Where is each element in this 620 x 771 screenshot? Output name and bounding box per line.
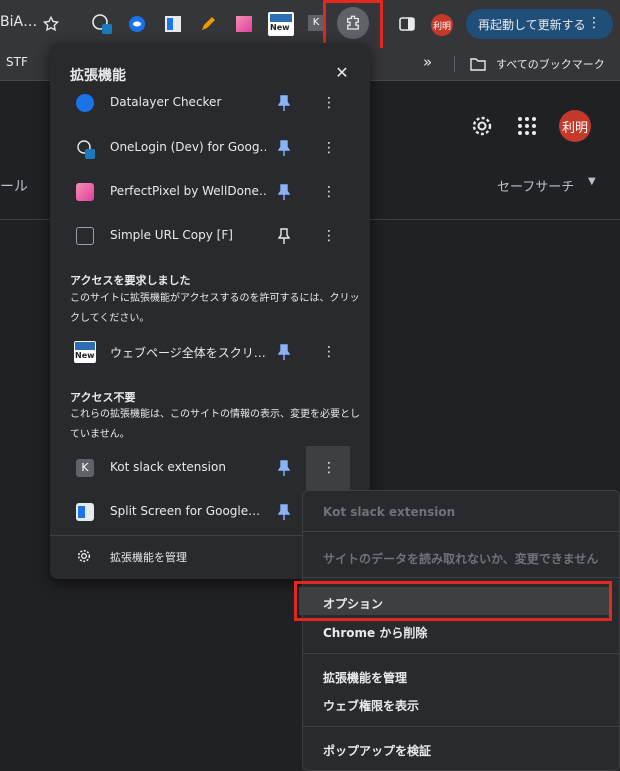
google-account-avatar[interactable]: 利明 (559, 110, 591, 142)
menu-header-ext-name: Kot slack extension (323, 505, 456, 519)
gear-icon (76, 548, 92, 564)
extension-name: Datalayer Checker (110, 95, 222, 109)
more-options-icon[interactable]: ⋮ (322, 93, 336, 113)
relaunch-update-button[interactable]: 再起動して更新する ⋮ (466, 9, 613, 39)
bookmark-star-icon[interactable] (40, 13, 62, 35)
perfectpixel-icon (76, 183, 94, 201)
pin-icon[interactable] (278, 504, 290, 520)
bookmarks-divider (454, 56, 455, 72)
extension-name: Simple URL Copy [F] (110, 228, 233, 242)
menu-divider (303, 653, 619, 654)
side-panel-icon[interactable] (396, 13, 418, 35)
pin-icon[interactable] (278, 184, 290, 200)
extension-row-perfectpixel[interactable]: PerfectPixel by WellDone… ⋮ (50, 174, 370, 210)
menu-item-web-permissions[interactable]: ウェブ権限を表示 (323, 697, 419, 714)
new-badge: New (270, 23, 290, 32)
kot-ext-icon[interactable]: K (308, 15, 324, 31)
pencil-ext-icon[interactable] (197, 13, 219, 35)
extension-row-onelogin[interactable]: OneLogin (Dev) for Goog… ⋮ (50, 130, 370, 166)
relaunch-label: 再起動して更新する (478, 17, 586, 32)
menu-item-inspect-popup[interactable]: ポップアップを検証 (323, 742, 431, 759)
folder-icon (470, 56, 486, 71)
chevron-down-icon: ▼ (588, 176, 596, 187)
pin-outline-icon[interactable] (278, 228, 290, 244)
browser-toolbar: BiA… New K 利明 再起動して更新する ⋮ (0, 0, 620, 56)
page-left-fragment: ール (0, 179, 28, 195)
section-desc-no-access: これらの拡張機能は、このサイトの情報の表示、変更を必要としていません。 (70, 409, 360, 440)
safesearch-dropdown[interactable]: セーフサーチ (497, 176, 574, 195)
more-bookmarks-icon[interactable]: » (423, 53, 432, 71)
manage-extensions-label: 拡張機能を管理 (110, 551, 187, 564)
section-heading-requested: アクセスを要求しました (70, 274, 191, 287)
fullpage-capture-ext-icon[interactable]: New (268, 12, 294, 36)
section-heading-no-access: アクセス不要 (70, 391, 136, 404)
pin-icon[interactable] (278, 460, 290, 476)
menu-item-remove[interactable]: Chrome から削除 (323, 624, 427, 641)
pin-icon[interactable] (278, 140, 290, 156)
extensions-puzzle-icon[interactable] (337, 7, 369, 39)
extension-name: PerfectPixel by WellDone… (110, 184, 266, 198)
more-options-icon[interactable]: ⋮ (322, 226, 336, 246)
menu-item-cannot-read: サイトのデータを読み取れないか、変更できません (323, 552, 599, 566)
menu-divider (303, 577, 619, 578)
menu-item-manage[interactable]: 拡張機能を管理 (323, 669, 407, 686)
extension-row-fullpage-capture[interactable]: New ウェブページ全体をスクリ… ⋮ (50, 334, 370, 370)
extension-name: ウェブページ全体をスクリ… (110, 346, 266, 360)
new-badge: New (75, 351, 95, 360)
pin-icon[interactable] (278, 95, 290, 111)
menu-kebab-icon[interactable]: ⋮ (587, 15, 601, 31)
extension-row-datalayer[interactable]: Datalayer Checker ⋮ (50, 85, 370, 121)
perfectpixel-ext-icon[interactable] (233, 13, 255, 35)
extension-name: Split Screen for Google… (110, 504, 261, 518)
more-options-icon[interactable]: ⋮ (322, 342, 336, 362)
apps-grid-icon[interactable] (518, 117, 536, 135)
menu-divider (303, 726, 619, 727)
datalayer-ext-icon[interactable] (126, 13, 148, 35)
extension-name: Kot slack extension (110, 460, 226, 474)
extension-context-menu: Kot slack extension サイトのデータを読み取れないか、変更でき… (299, 490, 620, 771)
more-options-icon-active[interactable]: ⋮ (322, 458, 336, 478)
fullpage-capture-icon: New (74, 341, 96, 363)
pin-icon[interactable] (278, 344, 290, 360)
more-options-icon[interactable]: ⋮ (322, 182, 336, 202)
kot-icon: K (76, 459, 94, 477)
extension-name: OneLogin (Dev) for Goog… (110, 140, 266, 154)
more-options-icon[interactable]: ⋮ (322, 138, 336, 158)
onelogin-icon (76, 139, 95, 159)
settings-gear-icon[interactable] (470, 114, 494, 138)
bookmark-stf[interactable]: STF (6, 55, 28, 69)
menu-divider (303, 531, 619, 532)
options-highlight (294, 581, 612, 621)
split-screen-icon (76, 503, 94, 521)
url-copy-icon (76, 227, 94, 245)
all-bookmarks-link[interactable]: すべてのブックマーク (496, 56, 605, 72)
datalayer-icon (76, 94, 94, 112)
section-desc-requested: このサイトに拡張機能がアクセスするのを許可するには、クリックしてください。 (70, 293, 360, 324)
close-icon[interactable]: ✕ (334, 65, 350, 81)
split-screen-ext-icon[interactable] (162, 13, 184, 35)
panel-title: 拡張機能 (70, 68, 126, 84)
extension-row-simple-url-copy[interactable]: Simple URL Copy [F] ⋮ (50, 218, 370, 254)
tab-title[interactable]: BiA… (0, 14, 37, 30)
onelogin-ext-icon[interactable] (91, 13, 113, 35)
extension-row-kot-slack[interactable]: K Kot slack extension ⋮ (50, 446, 370, 490)
profile-avatar[interactable]: 利明 (431, 14, 453, 36)
